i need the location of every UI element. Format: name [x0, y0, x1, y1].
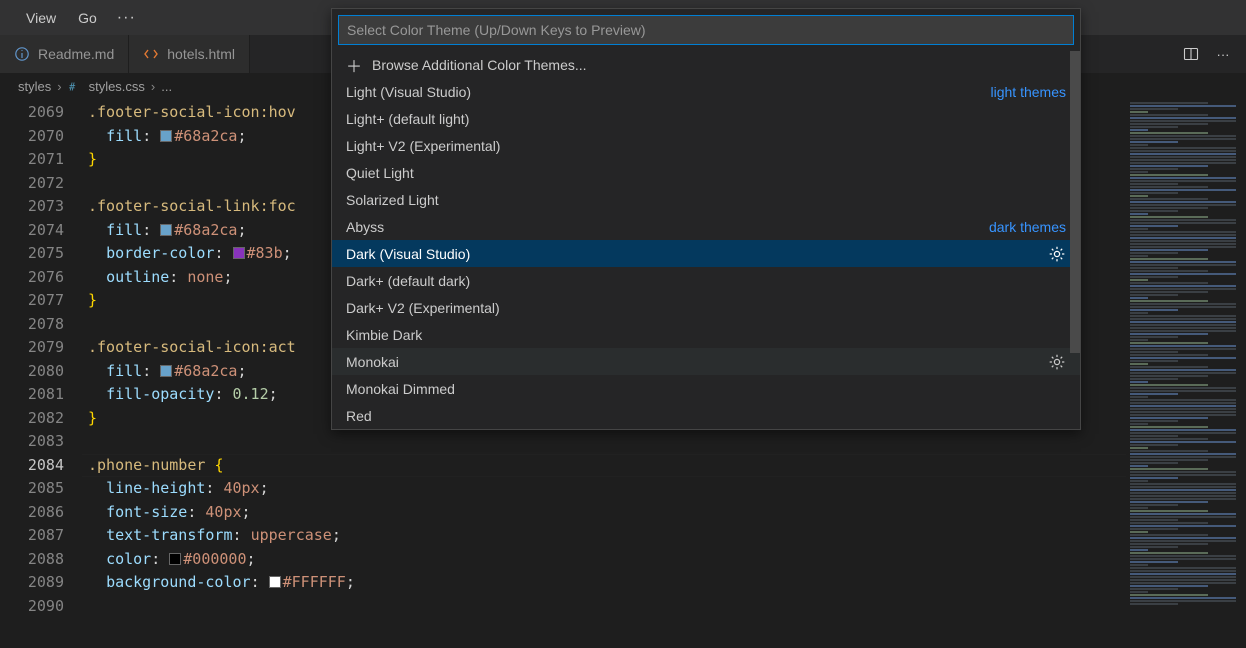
tab-actions: ··· [1180, 35, 1246, 73]
theme-solarized-light[interactable]: Solarized Light [332, 186, 1080, 213]
light-themes-label: light themes [991, 84, 1066, 100]
more-actions-icon[interactable]: ··· [1212, 43, 1234, 65]
theme-kimbie-dark[interactable]: Kimbie Dark [332, 321, 1080, 348]
minimap[interactable] [1126, 99, 1246, 648]
picker-input-wrap [332, 9, 1080, 51]
info-icon [14, 46, 30, 62]
breadcrumb-folder: styles [18, 79, 51, 94]
gear-icon[interactable] [1048, 353, 1066, 371]
svg-text:#: # [69, 81, 76, 93]
chevron-right-icon: › [151, 79, 155, 94]
theme-dark-vs[interactable]: Dark (Visual Studio) [332, 240, 1080, 267]
theme-light-vs[interactable]: Light (Visual Studio) light themes [332, 78, 1080, 105]
css-file-icon: # [68, 79, 83, 94]
plus-icon: ＋ [346, 53, 362, 77]
tab-label: Readme.md [38, 46, 114, 62]
menu-go[interactable]: Go [70, 6, 105, 30]
tab-readme[interactable]: Readme.md [0, 35, 129, 73]
theme-light-plus[interactable]: Light+ (default light) [332, 105, 1080, 132]
picker-scrollbar[interactable] [1070, 51, 1080, 429]
theme-monokai-dimmed[interactable]: Monokai Dimmed [332, 375, 1080, 402]
dark-themes-label: dark themes [989, 219, 1066, 235]
split-editor-icon[interactable] [1180, 43, 1202, 65]
theme-dark-v2[interactable]: Dark+ V2 (Experimental) [332, 294, 1080, 321]
theme-search-input[interactable] [338, 15, 1074, 45]
code-icon [143, 46, 159, 62]
theme-light-v2[interactable]: Light+ V2 (Experimental) [332, 132, 1080, 159]
menu-more-icon[interactable]: ··· [111, 5, 142, 31]
menu-view[interactable]: View [18, 6, 64, 30]
tab-hotels[interactable]: hotels.html [129, 35, 250, 73]
chevron-right-icon: › [57, 79, 61, 94]
color-theme-picker: ＋ Browse Additional Color Themes... Ligh… [331, 8, 1081, 430]
theme-dark-plus[interactable]: Dark+ (default dark) [332, 267, 1080, 294]
gear-icon[interactable] [1048, 245, 1066, 263]
theme-monokai[interactable]: Monokai [332, 348, 1080, 375]
theme-abyss[interactable]: Abyss dark themes [332, 213, 1080, 240]
browse-themes[interactable]: ＋ Browse Additional Color Themes... [332, 51, 1080, 78]
theme-list: ＋ Browse Additional Color Themes... Ligh… [332, 51, 1080, 429]
line-gutter: 2069207020712072207320742075207620772078… [0, 99, 88, 648]
theme-red[interactable]: Red [332, 402, 1080, 429]
browse-label: Browse Additional Color Themes... [372, 57, 587, 73]
breadcrumb-trail: ... [161, 79, 172, 94]
tab-label: hotels.html [167, 46, 235, 62]
breadcrumb-file: styles.css [89, 79, 145, 94]
theme-quiet-light[interactable]: Quiet Light [332, 159, 1080, 186]
